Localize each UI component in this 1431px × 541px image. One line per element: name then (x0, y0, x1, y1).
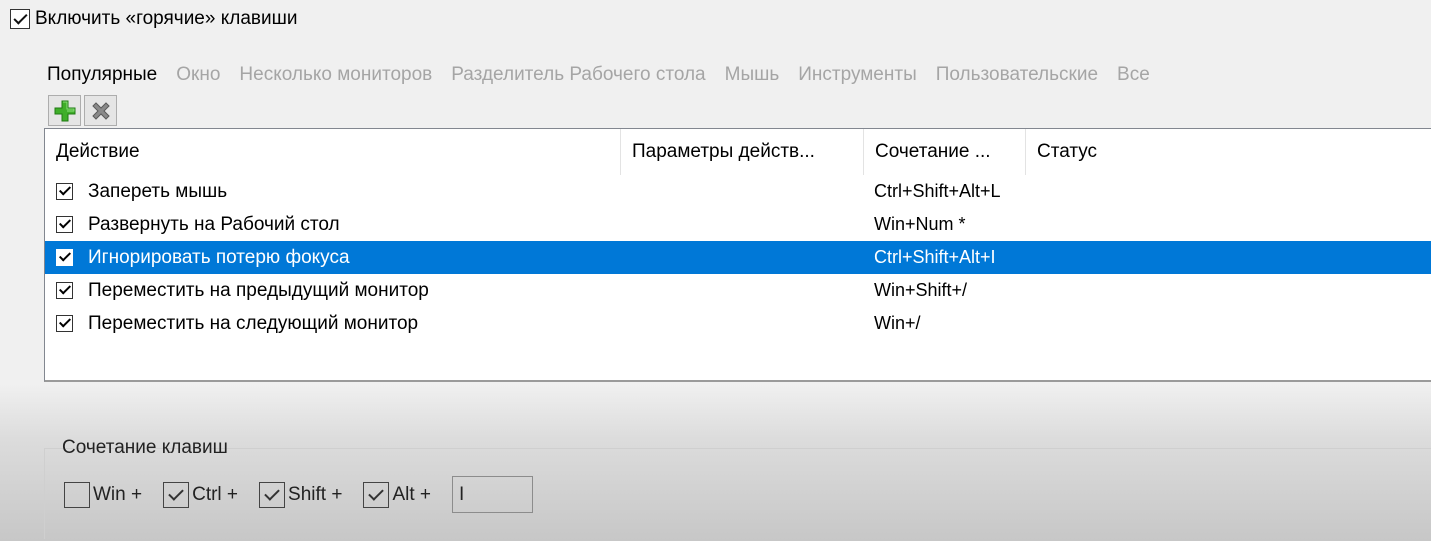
tab-tools[interactable]: Инструменты (798, 64, 916, 86)
hotkey-row[interactable]: Переместить на следующий монитор Win+/ (45, 307, 1431, 340)
row-enable-checkbox[interactable] (56, 216, 73, 233)
enable-hotkeys-toggle[interactable]: Включить «горячие» клавиши (10, 8, 297, 30)
hotkey-list: Действие Параметры действ... Сочетание .… (44, 128, 1431, 382)
remove-hotkey-button[interactable] (84, 95, 117, 126)
row-action: Игнорировать потерю фокуса (88, 246, 350, 268)
column-action[interactable]: Действие (45, 129, 621, 175)
row-shortcut: Ctrl+Shift+Alt+L (874, 181, 1001, 201)
hotkey-row[interactable]: Запереть мышь Ctrl+Shift+Alt+L (45, 175, 1431, 208)
modifier-shift[interactable]: Shift + (259, 481, 343, 508)
alt-label: Alt + (392, 483, 432, 505)
row-action: Запереть мышь (88, 180, 228, 202)
alt-checkbox[interactable] (363, 481, 390, 508)
enable-hotkeys-checkbox[interactable] (10, 9, 30, 29)
row-enable-checkbox[interactable] (56, 249, 73, 266)
hotkey-row[interactable]: Развернуть на Рабочий стол Win+Num * (45, 208, 1431, 241)
modifier-win[interactable]: Win + (64, 481, 143, 508)
hotkey-row[interactable]: Переместить на предыдущий монитор Win+Sh… (45, 274, 1431, 307)
tab-desktop-divider[interactable]: Разделитель Рабочего стола (451, 64, 705, 86)
column-shortcut[interactable]: Сочетание ... (864, 129, 1026, 175)
shift-checkbox[interactable] (259, 481, 286, 508)
tab-window[interactable]: Окно (176, 64, 220, 86)
row-enable-checkbox[interactable] (56, 183, 73, 200)
win-checkbox[interactable] (64, 481, 90, 508)
shift-label: Shift + (288, 483, 343, 505)
gray-x-icon (91, 101, 110, 120)
tab-mouse[interactable]: Мышь (725, 64, 780, 86)
row-action: Переместить на следующий монитор (88, 312, 419, 334)
hotkey-toolbar (48, 95, 117, 126)
row-action: Развернуть на Рабочий стол (88, 213, 340, 235)
green-plus-icon (54, 100, 75, 121)
category-tabs: Популярные Окно Несколько мониторов Разд… (47, 64, 1169, 86)
row-shortcut: Win+Shift+/ (874, 280, 968, 300)
row-enable-checkbox[interactable] (56, 282, 73, 299)
column-status[interactable]: Статус (1026, 129, 1431, 175)
row-shortcut: Win+/ (874, 313, 921, 333)
add-hotkey-button[interactable] (48, 95, 81, 126)
modifier-alt[interactable]: Alt + (363, 481, 432, 508)
tab-custom[interactable]: Пользовательские (936, 64, 1098, 86)
row-enable-checkbox[interactable] (56, 315, 73, 332)
row-shortcut: Ctrl+Shift+Alt+I (874, 247, 996, 267)
tab-multi-monitor[interactable]: Несколько мониторов (239, 64, 432, 86)
list-header: Действие Параметры действ... Сочетание .… (45, 129, 1431, 175)
row-shortcut: Win+Num * (874, 214, 966, 234)
row-action: Переместить на предыдущий монитор (88, 279, 429, 301)
modifier-keys: Win + Ctrl + Shift + Alt + I (64, 476, 534, 513)
modifier-ctrl[interactable]: Ctrl + (163, 481, 239, 508)
shortcut-group-title: Сочетание клавиш (62, 437, 228, 458)
ctrl-label: Ctrl + (192, 483, 239, 505)
key-input-field[interactable]: I (452, 476, 534, 513)
win-label: Win + (93, 483, 143, 505)
tab-all[interactable]: Все (1117, 64, 1150, 86)
tab-popular[interactable]: Популярные (47, 64, 157, 86)
column-params[interactable]: Параметры действ... (621, 129, 864, 175)
enable-hotkeys-label: Включить «горячие» клавиши (35, 8, 298, 29)
ctrl-checkbox[interactable] (163, 481, 190, 508)
hotkey-row-selected[interactable]: Игнорировать потерю фокуса Ctrl+Shift+Al… (45, 241, 1431, 274)
